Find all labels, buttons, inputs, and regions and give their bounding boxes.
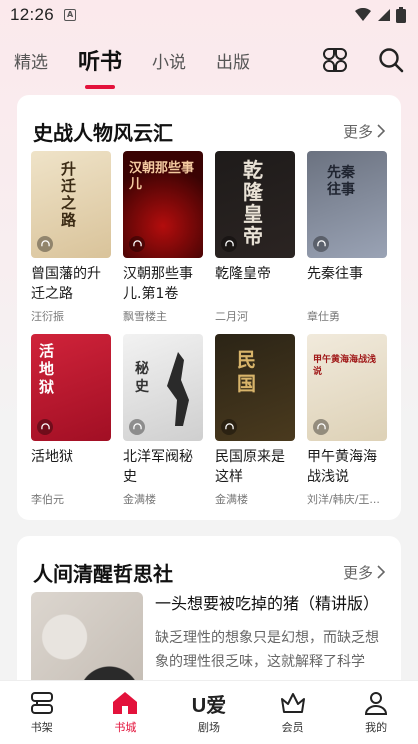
section-title: 人间清醒哲思社 <box>33 561 173 586</box>
nav-member[interactable]: 会员 <box>263 690 323 735</box>
nav-label: 剧场 <box>197 721 220 734</box>
book-cover: 活地狱 <box>31 334 111 441</box>
user-icon <box>365 692 388 715</box>
crown-icon <box>280 693 305 713</box>
section-card-history: 史战人物风云汇 更多 升迁之路 曾国藩的升迁之路 汪衍振 汉朝那些事儿 汉朝那些… <box>17 95 401 520</box>
bottom-nav: 书架 书城 U爱 剧场 会员 我的 <box>0 680 418 744</box>
theater-logo: U爱 <box>191 694 227 717</box>
tab-tingshu[interactable]: 听书 <box>78 44 122 76</box>
nav-label: 书架 <box>30 721 53 734</box>
book-title: 曾国藩的升迁之路 <box>31 266 101 302</box>
book-item[interactable]: 先秦往事 先秦往事 章仕勇 <box>307 151 387 324</box>
book-author: 刘洋/韩庆/王... <box>307 493 380 506</box>
soldier-illustration <box>167 352 189 426</box>
cover-title: 甲午黄海海战浅说 <box>313 355 377 377</box>
section-header: 人间清醒哲思社 更多 <box>17 536 401 592</box>
more-label: 更多 <box>342 563 373 582</box>
cover-title: 乾隆皇帝 <box>243 158 263 248</box>
headphone-icon <box>313 236 329 252</box>
book-title: 民国原来是这样 <box>215 449 285 485</box>
more-label: 更多 <box>342 122 373 141</box>
nav-bookshelf[interactable]: 书架 <box>12 690 72 735</box>
book-title: 先秦往事 <box>307 266 363 282</box>
headphone-icon <box>221 419 237 435</box>
headphone-icon <box>313 419 329 435</box>
nav-profile[interactable]: 我的 <box>346 690 406 735</box>
status-bar: 12:26 A <box>0 0 418 30</box>
book-cover: 甲午黄海海战浅说 <box>307 334 387 441</box>
book-cover: 秘史 <box>123 334 203 441</box>
home-icon <box>113 692 138 714</box>
chevron-right-icon <box>377 124 385 138</box>
book-title: 乾隆皇帝 <box>215 266 271 282</box>
book-cover: 汉朝那些事儿 <box>123 151 203 258</box>
book-cover: 民国 <box>215 334 295 441</box>
cover-title: 活地狱 <box>39 342 55 396</box>
bookshelf-icon <box>30 692 53 714</box>
book-grid-row-2: 活地狱 活地狱 李伯元 秘史 北洋军阀秘史 金满楼 民国 民国原来是这样 金满楼 <box>17 334 401 507</box>
tab-chuban[interactable]: 出版 <box>216 48 250 73</box>
cover-title: 民国 <box>237 349 257 395</box>
nav-bookstore[interactable]: 书城 <box>95 690 155 735</box>
sim-icon: A <box>64 9 77 21</box>
book-item[interactable]: 甲午黄海海战浅说 甲午黄海海战浅说 刘洋/韩庆/王... <box>307 334 387 507</box>
featured-book-title: 一头想要被吃掉的猪（精讲版） <box>155 594 380 613</box>
headphone-icon <box>37 236 53 252</box>
category-grid-icon[interactable] <box>322 47 348 73</box>
book-title: 活地狱 <box>31 449 73 465</box>
battery-icon <box>396 7 406 23</box>
status-time: 12:26 <box>10 5 55 24</box>
book-author: 李伯元 <box>31 493 64 506</box>
book-item[interactable]: 乾隆皇帝 乾隆皇帝 二月河 <box>215 151 295 324</box>
chevron-right-icon <box>377 565 385 579</box>
more-button[interactable]: 更多 <box>343 562 385 583</box>
book-author: 二月河 <box>215 310 248 323</box>
headphone-icon <box>221 236 237 252</box>
book-author: 金满楼 <box>123 493 156 506</box>
book-cover: 升迁之路 <box>31 151 111 258</box>
book-item[interactable]: 秘史 北洋军阀秘史 金满楼 <box>123 334 203 507</box>
book-author: 飘雪楼主 <box>123 310 167 323</box>
book-title: 甲午黄海海战浅说 <box>307 449 377 485</box>
book-item[interactable]: 民国 民国原来是这样 金满楼 <box>215 334 295 507</box>
book-title: 北洋军阀秘史 <box>123 449 193 485</box>
book-cover: 先秦往事 <box>307 151 387 258</box>
more-button[interactable]: 更多 <box>343 121 385 142</box>
book-item[interactable]: 升迁之路 曾国藩的升迁之路 汪衍振 <box>31 151 111 324</box>
wifi-icon <box>355 8 371 21</box>
book-grid-row-1: 升迁之路 曾国藩的升迁之路 汪衍振 汉朝那些事儿 汉朝那些事儿.第1卷 飘雪楼主… <box>17 151 401 324</box>
book-author: 汪衍振 <box>31 310 64 323</box>
book-cover: 乾隆皇帝 <box>215 151 295 258</box>
nav-label: 我的 <box>365 721 388 734</box>
cover-title: 升迁之路 <box>61 160 77 229</box>
cover-title: 汉朝那些事儿 <box>129 161 195 192</box>
book-author: 金满楼 <box>215 493 248 506</box>
featured-book-desc: 缺乏理性的想象只是幻想，而缺乏想象的理性很乏味，这就解释了科学家... <box>155 630 379 670</box>
book-item[interactable]: 汉朝那些事儿 汉朝那些事儿.第1卷 飘雪楼主 <box>123 151 203 324</box>
nav-theater[interactable]: U爱 剧场 <box>179 690 239 735</box>
nav-label: 会员 <box>281 721 304 734</box>
section-header: 史战人物风云汇 更多 <box>17 95 401 151</box>
cover-title: 秘史 <box>135 361 149 395</box>
book-author: 章仕勇 <box>307 310 340 323</box>
headphone-icon <box>129 236 145 252</box>
nav-label: 书城 <box>114 721 137 734</box>
signal-icon <box>378 9 390 21</box>
book-item[interactable]: 活地狱 活地狱 李伯元 <box>31 334 111 507</box>
section-title: 史战人物风云汇 <box>33 120 173 145</box>
headphone-icon <box>37 419 53 435</box>
headphone-icon <box>129 419 145 435</box>
book-title: 汉朝那些事儿.第1卷 <box>123 266 193 302</box>
status-icons <box>354 7 406 23</box>
top-nav: 精选 听书 小说 出版 <box>0 36 418 84</box>
tab-jingxuan[interactable]: 精选 <box>14 48 48 73</box>
search-icon[interactable] <box>378 47 404 73</box>
cover-title: 先秦往事 <box>327 165 355 198</box>
tab-xiaoshuo[interactable]: 小说 <box>152 48 186 73</box>
